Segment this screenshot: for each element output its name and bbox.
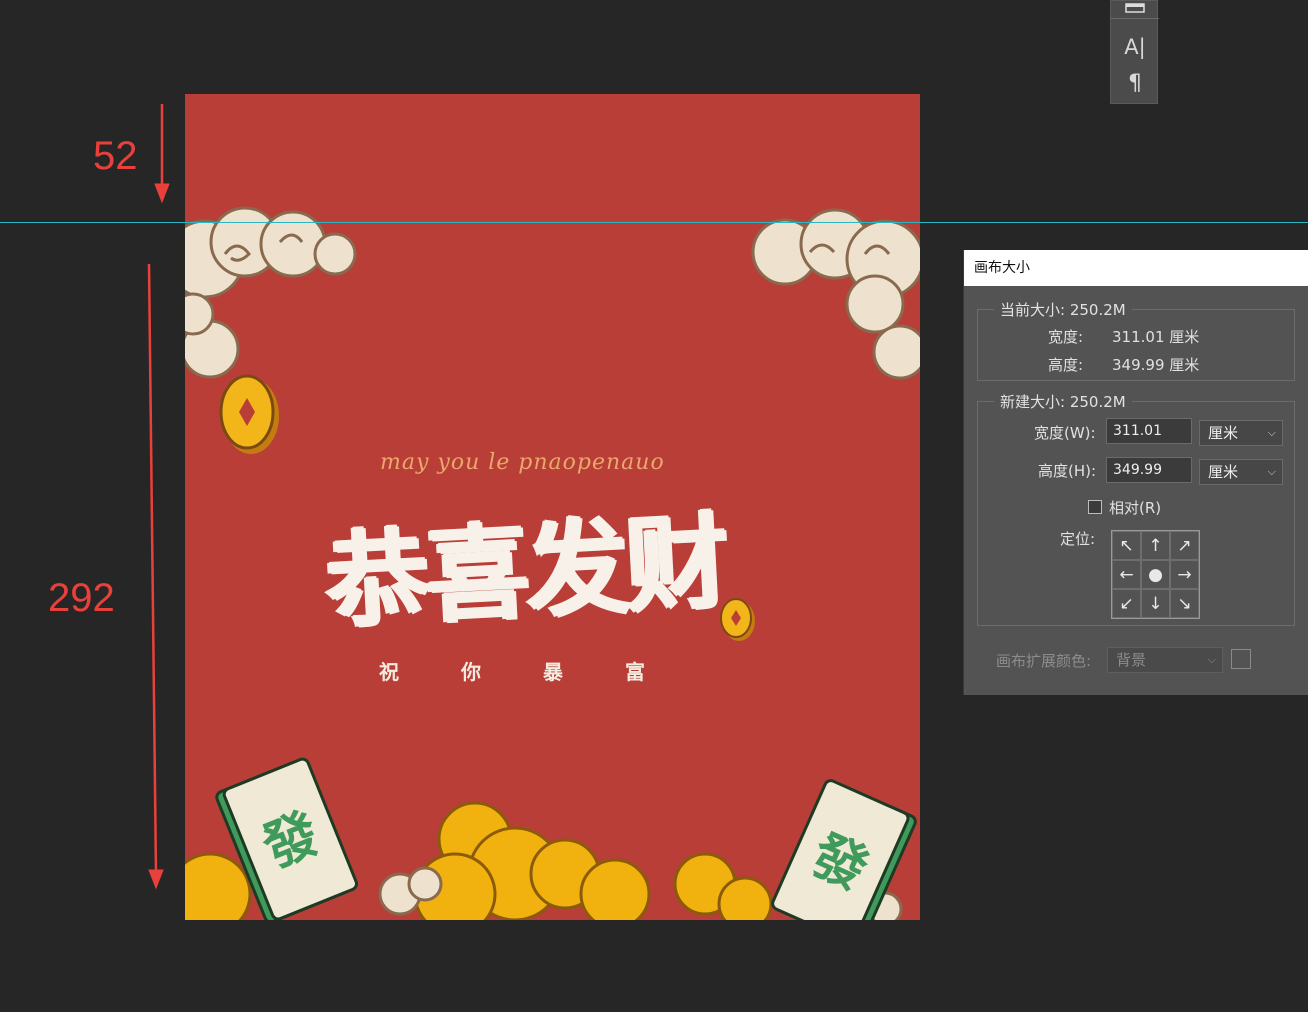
- current-size-legend: 当前大小: 250.2M: [994, 299, 1132, 320]
- headline-text: 恭喜发财: [322, 498, 729, 643]
- current-width-value: 311.01 厘米: [1112, 328, 1200, 346]
- cloud-top-right: [751, 208, 920, 380]
- new-width-unit: 厘米: [1208, 424, 1239, 442]
- anchor-right-arrow-icon[interactable]: →: [1170, 560, 1199, 589]
- anchor-top-right-arrow-icon[interactable]: ↗: [1170, 531, 1199, 560]
- new-height-label: 高度(H):: [1038, 462, 1097, 480]
- script-tagline: may you le pnaopenauo: [380, 450, 665, 475]
- chevron-down-icon: ⌵: [1207, 653, 1216, 666]
- relative-checkbox[interactable]: [1088, 500, 1102, 514]
- anchor-bottom-left-arrow-icon[interactable]: ↙: [1112, 589, 1141, 618]
- anchor-grid: ↖ ↑ ↗ ← ● → ↙ ↓ ↘: [1111, 530, 1200, 619]
- anchor-left-arrow-icon[interactable]: ←: [1112, 560, 1141, 589]
- extension-color-swatch[interactable]: [1231, 649, 1251, 669]
- new-height-unit: 厘米: [1208, 463, 1239, 481]
- anchor-center-dot-icon[interactable]: ●: [1141, 560, 1170, 589]
- cloud-top-left: [185, 206, 357, 379]
- new-width-unit-select[interactable]: 厘米 ⌵: [1199, 420, 1283, 446]
- new-height-input[interactable]: 349.99: [1106, 457, 1192, 483]
- sub-char: 暴: [543, 660, 563, 684]
- chevron-down-icon: ⌵: [1267, 426, 1276, 439]
- extension-color-select[interactable]: 背景 ⌵: [1107, 647, 1223, 673]
- current-size-group: 当前大小: 250.2M 宽度: 311.01 厘米 高度: 349.99 厘米: [977, 299, 1295, 381]
- current-height-value: 349.99 厘米: [1112, 356, 1200, 374]
- new-size-group: 新建大小: 250.2M 宽度(W): 311.01 厘米 ⌵ 高度(H): 3…: [977, 391, 1295, 626]
- new-size-legend: 新建大小: 250.2M: [994, 391, 1132, 412]
- side-arrow: [147, 263, 164, 890]
- tools-panel: A| ¶: [1110, 0, 1159, 104]
- subline-text: 祝 你 暴 富: [379, 656, 645, 685]
- extension-color-value: 背景: [1116, 651, 1147, 669]
- chevron-down-icon: ⌵: [1267, 465, 1276, 478]
- panel-divider: [1111, 18, 1159, 19]
- new-width-input[interactable]: 311.01: [1106, 418, 1192, 444]
- character-panel-icon[interactable]: A|: [1111, 35, 1159, 59]
- canvas-size-dialog: 画布大小 当前大小: 250.2M 宽度: 311.01 厘米 高度: 349.…: [963, 250, 1308, 695]
- new-width-label: 宽度(W):: [1034, 424, 1096, 442]
- anchor-top-left-arrow-icon[interactable]: ↖: [1112, 531, 1141, 560]
- anchor-bottom-arrow-icon[interactable]: ↓: [1141, 589, 1170, 618]
- document-canvas[interactable]: 發 發 may you le pnaopenauo 恭喜发财 祝 你 暴 富: [185, 94, 920, 920]
- sub-char: 富: [625, 660, 645, 684]
- anchor-bottom-right-arrow-icon[interactable]: ↘: [1170, 589, 1199, 618]
- relative-label[interactable]: 相对(R): [1109, 497, 1161, 518]
- current-height-label: 高度:: [1048, 356, 1084, 374]
- paragraph-panel-icon[interactable]: ¶: [1111, 71, 1159, 96]
- anchor-top-arrow-icon[interactable]: ↑: [1141, 531, 1170, 560]
- panel-collapse-icon[interactable]: [1111, 0, 1159, 15]
- anchor-label: 定位:: [1060, 530, 1096, 548]
- horizontal-guide[interactable]: [0, 222, 1308, 223]
- extension-color-label: 画布扩展颜色:: [996, 652, 1092, 670]
- measure-arrows: [147, 104, 170, 890]
- sub-char: 祝: [379, 660, 399, 684]
- dialog-title[interactable]: 画布大小: [964, 250, 1308, 286]
- new-height-unit-select[interactable]: 厘米 ⌵: [1199, 459, 1283, 485]
- current-width-label: 宽度:: [1048, 328, 1084, 346]
- sub-char: 你: [461, 660, 481, 684]
- coin-large: [219, 374, 279, 454]
- top-arrow: [154, 104, 170, 204]
